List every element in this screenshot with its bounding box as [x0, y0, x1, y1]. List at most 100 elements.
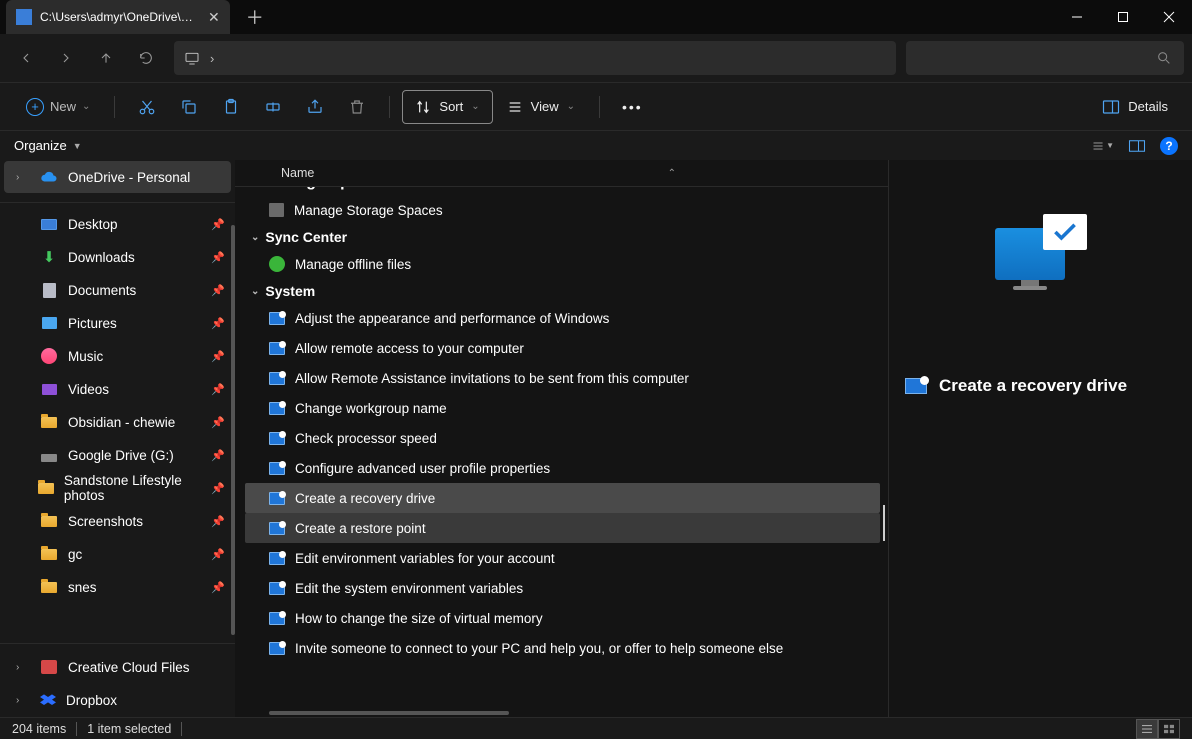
list-item-selected[interactable]: Create a recovery drive [245, 483, 880, 513]
search-input[interactable] [906, 41, 1184, 75]
list-item[interactable]: Manage Storage Spaces [245, 195, 880, 225]
list-item[interactable]: Allow Remote Assistance invitations to b… [245, 363, 880, 393]
sidebar-item-snes[interactable]: snes📌 [4, 571, 231, 603]
tab-close-icon[interactable]: ✕ [208, 9, 220, 26]
sidebar-item-google-drive[interactable]: Google Drive (G:)📌 [4, 439, 231, 471]
forward-button[interactable] [48, 40, 84, 76]
folder-icon [40, 513, 58, 529]
group-header-system[interactable]: ⌄System [245, 279, 880, 303]
details-pane-button[interactable]: Details [1092, 99, 1178, 115]
sort-icon [415, 99, 431, 115]
sidebar-item-label: Sandstone Lifestyle photos [64, 473, 201, 503]
sidebar-item-label: Google Drive (G:) [68, 448, 174, 463]
tab-title: C:\Users\admyr\OneDrive\Des [40, 10, 200, 24]
control-panel-icon [269, 642, 285, 655]
list-item[interactable]: Create a restore point [245, 513, 880, 543]
main-area: › OneDrive - Personal Desktop📌 ⬇Download… [0, 160, 1192, 717]
file-list[interactable]: ⌄Storage Spaces Manage Storage Spaces ⌄S… [245, 187, 880, 717]
list-item[interactable]: Edit environment variables for your acco… [245, 543, 880, 573]
control-panel-icon [269, 432, 285, 445]
pin-icon: 📌 [211, 416, 225, 429]
list-item[interactable]: Configure advanced user profile properti… [245, 453, 880, 483]
help-button[interactable]: ? [1160, 137, 1178, 155]
maximize-button[interactable] [1100, 0, 1146, 34]
list-item[interactable]: Change workgroup name [245, 393, 880, 423]
thumbnails-view-button[interactable] [1158, 719, 1180, 739]
sidebar-item-videos[interactable]: Videos📌 [4, 373, 231, 405]
item-label: Check processor speed [295, 431, 437, 446]
sidebar-item-creative-cloud[interactable]: ›Creative Cloud Files [4, 651, 231, 683]
list-item[interactable]: How to change the size of virtual memory [245, 603, 880, 633]
pin-icon: 📌 [211, 350, 225, 363]
sidebar-item-sandstone[interactable]: Sandstone Lifestyle photos📌 [4, 472, 231, 504]
horizontal-scrollbar[interactable] [269, 711, 509, 715]
sync-icon [269, 256, 285, 272]
content-area: Name ⌃ ⌄Storage Spaces Manage Storage Sp… [235, 160, 888, 717]
sidebar-item-desktop[interactable]: Desktop📌 [4, 208, 231, 240]
address-bar[interactable]: › [174, 41, 896, 75]
close-button[interactable] [1146, 0, 1192, 34]
view-toggle-button[interactable]: ▼ [1092, 135, 1114, 157]
refresh-button[interactable] [128, 40, 164, 76]
delete-button[interactable] [337, 90, 377, 124]
sidebar-item-label: Documents [68, 283, 136, 298]
chevron-down-icon: ▼ [73, 141, 82, 151]
sort-label: Sort [439, 99, 463, 114]
list-item[interactable]: Invite someone to connect to your PC and… [245, 633, 880, 663]
new-tab-button[interactable]: ＋ [246, 4, 264, 30]
column-name-header[interactable]: Name [281, 166, 314, 180]
expand-chevron-icon[interactable]: › [16, 172, 30, 183]
sidebar-item-dropbox[interactable]: ›Dropbox [4, 684, 231, 716]
preview-toggle-button[interactable] [1126, 135, 1148, 157]
sidebar-item-music[interactable]: Music📌 [4, 340, 231, 372]
preview-small-icon [905, 378, 927, 394]
list-item[interactable]: Edit the system environment variables [245, 573, 880, 603]
up-button[interactable] [88, 40, 124, 76]
cut-button[interactable] [127, 90, 167, 124]
item-label: Manage Storage Spaces [294, 203, 443, 218]
list-item[interactable]: Allow remote access to your computer [245, 333, 880, 363]
column-header[interactable]: Name ⌃ [235, 160, 888, 187]
list-item[interactable]: Check processor speed [245, 423, 880, 453]
details-view-button[interactable] [1136, 719, 1158, 739]
control-panel-icon [269, 372, 285, 385]
rename-button[interactable] [253, 90, 293, 124]
item-label: Allow remote access to your computer [295, 341, 524, 356]
minimize-button[interactable] [1054, 0, 1100, 34]
breadcrumb-chevron[interactable]: › [210, 51, 214, 66]
sidebar-item-gc[interactable]: gc📌 [4, 538, 231, 570]
copy-button[interactable] [169, 90, 209, 124]
expand-chevron-icon[interactable]: › [16, 662, 30, 673]
sidebar-item-obsidian[interactable]: Obsidian - chewie📌 [4, 406, 231, 438]
list-item[interactable]: Manage offline files [245, 249, 880, 279]
scroll-indicator[interactable] [883, 505, 886, 541]
folder-icon [40, 546, 58, 562]
separator [389, 96, 390, 118]
sidebar-item-onedrive[interactable]: › OneDrive - Personal [4, 161, 231, 193]
chevron-down-icon: ⌄ [251, 187, 259, 188]
item-label: Manage offline files [295, 257, 411, 272]
expand-chevron-icon[interactable]: › [16, 695, 30, 706]
list-item[interactable]: Adjust the appearance and performance of… [245, 303, 880, 333]
sidebar-item-screenshots[interactable]: Screenshots📌 [4, 505, 231, 537]
control-panel-icon [269, 402, 285, 415]
document-icon [40, 282, 58, 298]
window-tab[interactable]: C:\Users\admyr\OneDrive\Des ✕ [6, 0, 230, 34]
more-button[interactable]: ••• [612, 99, 653, 115]
new-button[interactable]: + New ⌄ [14, 90, 102, 124]
sort-indicator-icon: ⌃ [668, 168, 676, 179]
sort-button[interactable]: Sort ⌄ [402, 90, 492, 124]
share-button[interactable] [295, 90, 335, 124]
sidebar-item-label: Pictures [68, 316, 117, 331]
item-label: Configure advanced user profile properti… [295, 461, 550, 476]
view-button[interactable]: View ⌄ [495, 90, 587, 124]
group-header-sync-center[interactable]: ⌄Sync Center [245, 225, 880, 249]
sidebar-item-pictures[interactable]: Pictures📌 [4, 307, 231, 339]
back-button[interactable] [8, 40, 44, 76]
sidebar-item-downloads[interactable]: ⬇Downloads📌 [4, 241, 231, 273]
organize-button[interactable]: Organize ▼ [14, 138, 82, 153]
paste-button[interactable] [211, 90, 251, 124]
pin-icon: 📌 [211, 251, 225, 264]
sidebar-item-documents[interactable]: Documents📌 [4, 274, 231, 306]
group-header-storage-spaces[interactable]: ⌄Storage Spaces [245, 187, 880, 195]
